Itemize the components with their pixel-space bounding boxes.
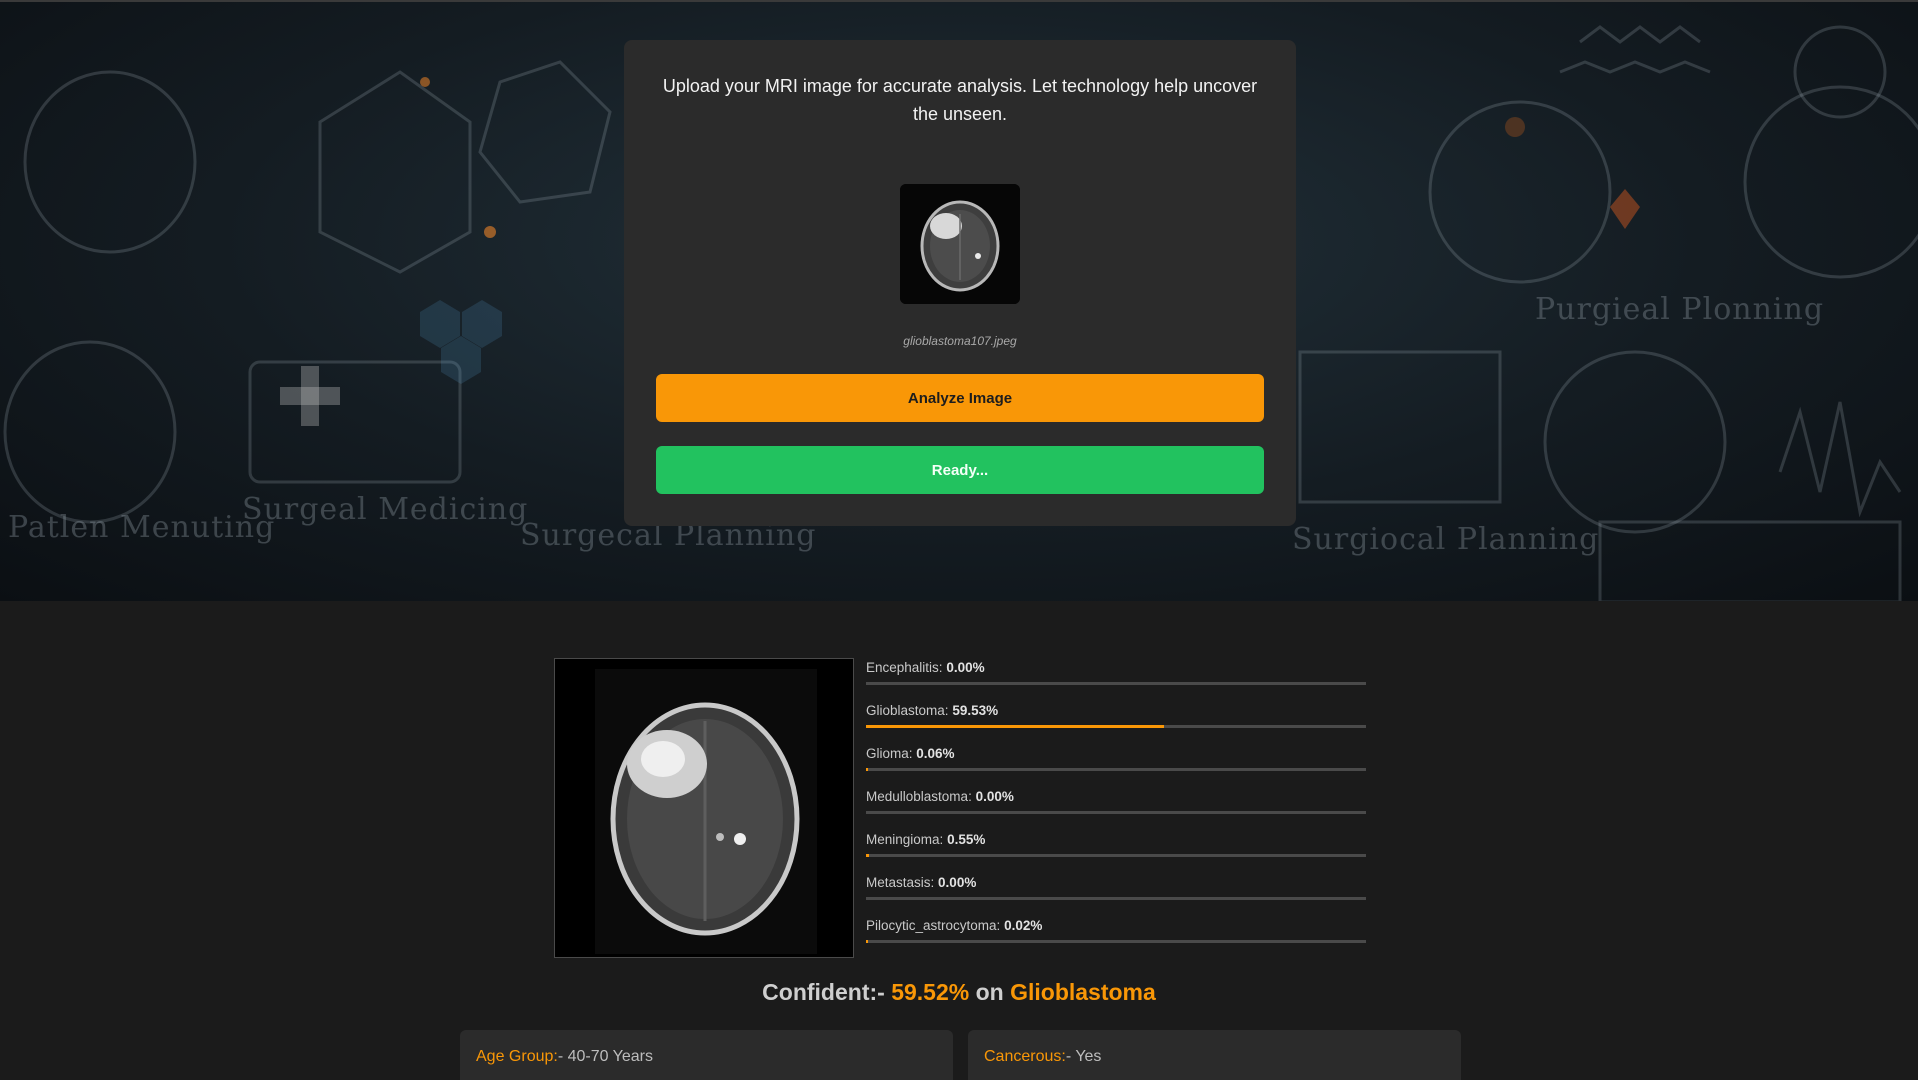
confidence-class: Glioblastoma xyxy=(1010,979,1156,1005)
prediction-label: Meningioma xyxy=(866,832,940,847)
prediction-row: Glioblastoma: 59.53% xyxy=(866,701,1366,744)
prediction-bar-fill xyxy=(866,725,1164,728)
prediction-row: Meningioma: 0.55% xyxy=(866,830,1366,873)
background-text: Patlen Menuting xyxy=(8,510,276,545)
upload-card: Upload your MRI image for accurate analy… xyxy=(624,40,1296,526)
info-value: - Yes xyxy=(1065,1048,1102,1065)
prediction-label: Metastasis xyxy=(866,875,931,890)
status-ready-button[interactable]: Ready... xyxy=(656,446,1264,494)
background-text: Surgeal Medicing xyxy=(242,492,529,527)
prediction-bar-fill xyxy=(866,768,868,771)
prediction-value: 0.00% xyxy=(946,660,985,675)
upload-message: Upload your MRI image for accurate analy… xyxy=(662,76,1258,124)
prediction-bar xyxy=(866,682,1366,685)
prediction-value: 0.00% xyxy=(938,875,977,890)
prediction-bar xyxy=(866,768,1366,771)
uploaded-filename: glioblastoma107.jpeg xyxy=(903,334,1017,348)
prediction-bar xyxy=(866,725,1366,728)
mri-scan-icon xyxy=(555,659,853,957)
hero-banner: Patlen Menuting Surgeal Medicing Surgeca… xyxy=(0,0,1918,601)
analyze-image-button[interactable]: Analyze Image xyxy=(656,374,1264,422)
prediction-bar-fill xyxy=(866,940,868,943)
prediction-list: Encephalitis: 0.00% Glioblastoma: 59.53%… xyxy=(866,658,1366,959)
confidence-prefix: Confident:- xyxy=(762,979,885,1005)
prediction-label: Pilocytic_astrocytoma xyxy=(866,918,997,933)
prediction-value: 59.53% xyxy=(952,703,999,718)
analyzed-mri-image xyxy=(554,658,854,958)
prediction-bar xyxy=(866,897,1366,900)
prediction-row: Encephalitis: 0.00% xyxy=(866,658,1366,701)
background-text: Surgiocal Planning xyxy=(1292,522,1600,557)
confidence-on: on xyxy=(975,979,1004,1005)
prediction-value: 0.55% xyxy=(947,832,986,847)
mri-scan-icon xyxy=(900,184,1020,304)
background-text: Purgieal Plonning xyxy=(1535,292,1825,327)
results-section: Encephalitis: 0.00% Glioblastoma: 59.53%… xyxy=(0,601,1918,1080)
prediction-value: 0.00% xyxy=(975,789,1014,804)
prediction-bar xyxy=(866,940,1366,943)
prediction-label: Glioblastoma xyxy=(866,703,945,718)
prediction-row: Metastasis: 0.00% xyxy=(866,873,1366,916)
uploaded-image-thumbnail[interactable] xyxy=(900,184,1020,304)
confidence-value: 59.52% xyxy=(891,979,970,1005)
prediction-label: Encephalitis xyxy=(866,660,939,675)
prediction-label: Medulloblastoma xyxy=(866,789,969,804)
confidence-summary: Confident:- 59.52% on Glioblastoma xyxy=(0,979,1918,1006)
prediction-row: Glioma: 0.06% xyxy=(866,744,1366,787)
info-key: Age Group: xyxy=(476,1048,558,1065)
prediction-bar xyxy=(866,811,1366,814)
prediction-bar xyxy=(866,854,1366,857)
prediction-bar-fill xyxy=(866,854,869,857)
prediction-label: Glioma xyxy=(866,746,909,761)
info-value: - 40-70 Years xyxy=(557,1048,654,1065)
info-key: Cancerous: xyxy=(984,1048,1066,1065)
prediction-row: Pilocytic_astrocytoma: 0.02% xyxy=(866,916,1366,959)
prediction-row: Medulloblastoma: 0.00% xyxy=(866,787,1366,830)
prediction-value: 0.06% xyxy=(916,746,955,761)
prediction-value: 0.02% xyxy=(1004,918,1043,933)
